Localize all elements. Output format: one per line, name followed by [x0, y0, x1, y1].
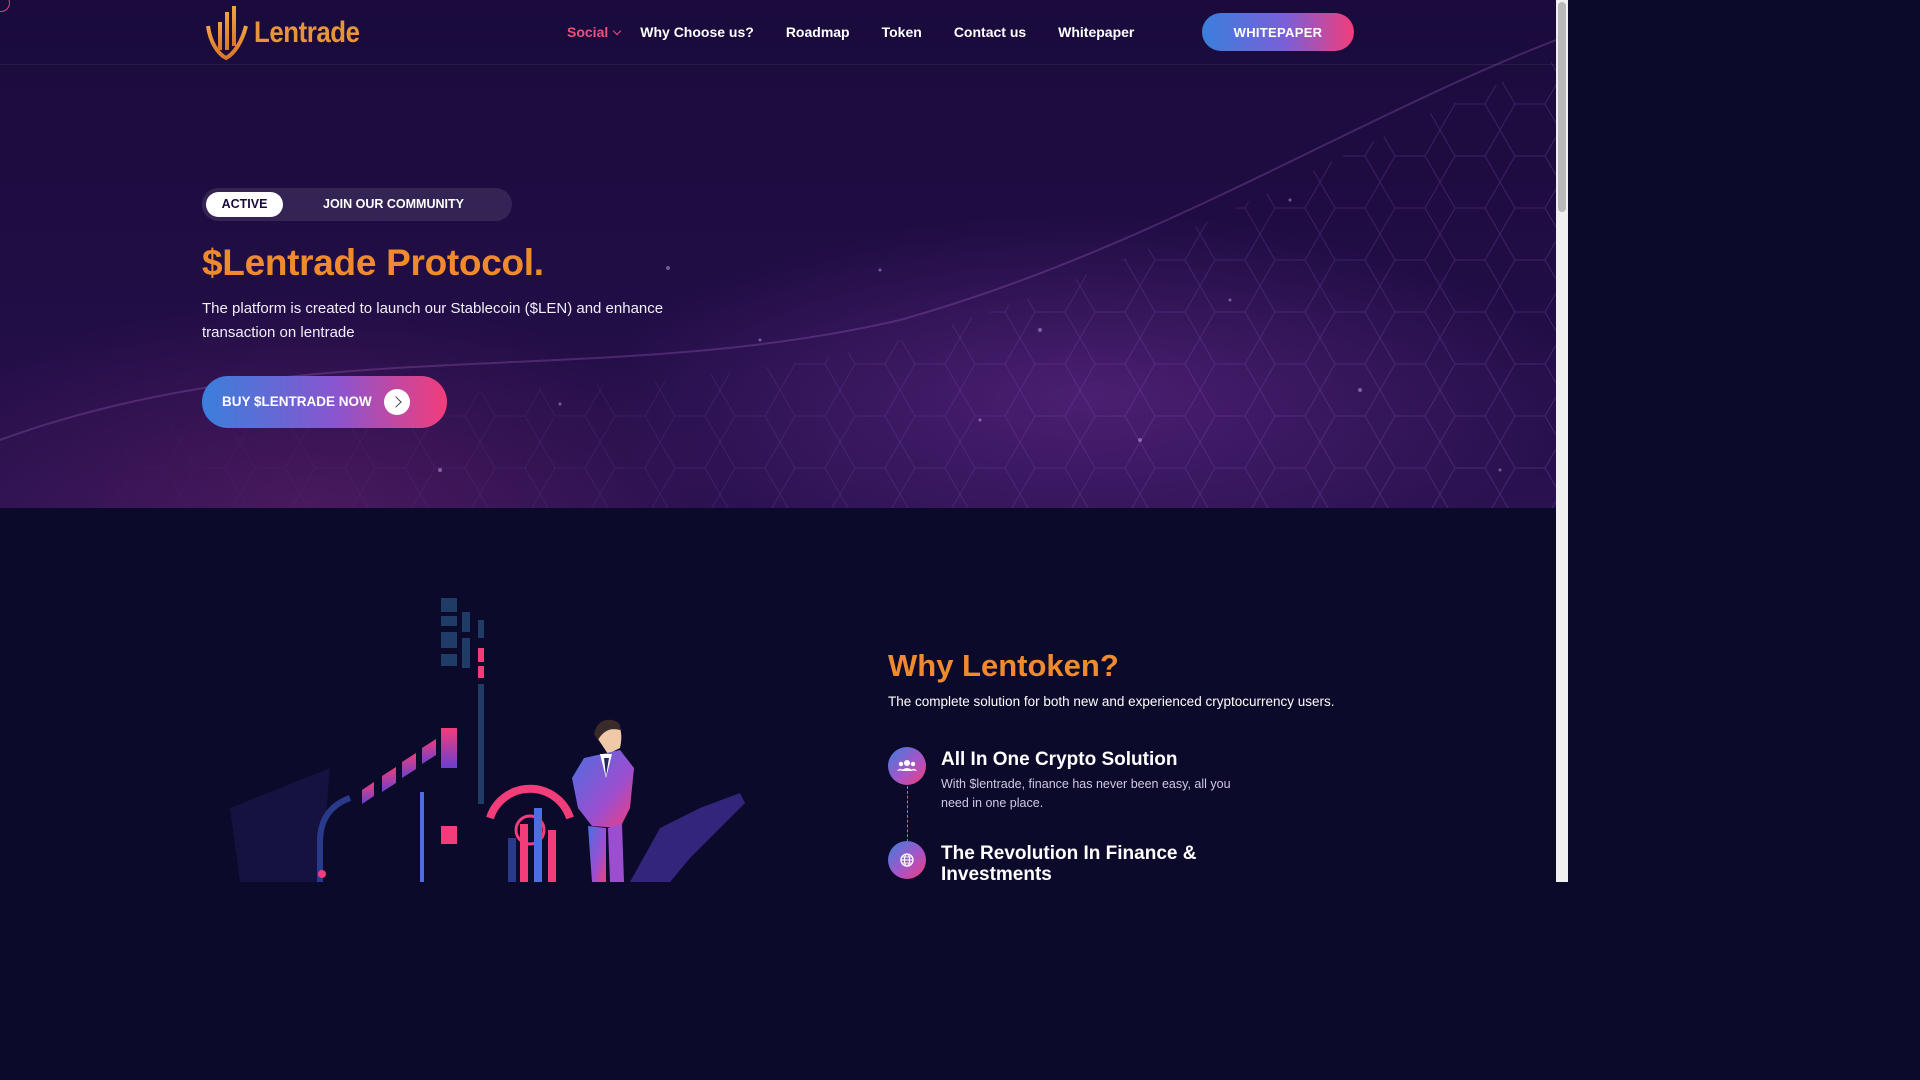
businessman-illustration — [230, 598, 745, 882]
lentrade-logo-icon — [206, 6, 248, 61]
nav-item-why-choose-us[interactable]: Why Choose us? — [640, 24, 754, 40]
whitepaper-button[interactable]: WHITEPAPER — [1202, 13, 1354, 51]
hero-section: Lentrade Social Why Choose us? Roadmap T… — [0, 0, 1556, 508]
globe-icon — [900, 853, 914, 867]
top-navbar: Lentrade Social Why Choose us? Roadmap T… — [0, 0, 1556, 65]
corner-ring-icon — [0, 0, 10, 12]
why-title: Why Lentoken? — [888, 648, 1119, 683]
community-pill: ACTIVE JOIN OUR COMMUNITY — [202, 188, 512, 221]
nav-item-token[interactable]: Token — [882, 24, 922, 40]
nav-item-contact-us[interactable]: Contact us — [954, 24, 1026, 40]
buy-button-label: BUY $LENTRADE NOW — [222, 394, 372, 409]
hero-title: $Lentrade Protocol. — [202, 242, 544, 283]
chevron-down-icon — [613, 26, 622, 35]
arrow-right-icon — [384, 389, 410, 415]
brand-logo[interactable]: Lentrade — [204, 4, 377, 62]
scrollbar-thumb[interactable] — [1558, 2, 1566, 212]
nav-item-social[interactable]: Social — [567, 24, 622, 40]
nav-item-roadmap[interactable]: Roadmap — [786, 24, 850, 40]
nav-item-label: Social — [567, 24, 609, 40]
page-scrollbar[interactable] — [1556, 0, 1568, 882]
feature-connector — [907, 786, 908, 842]
main-nav: Social Why Choose us? Roadmap Token Cont… — [567, 24, 1166, 40]
feature-icon-circle — [888, 747, 926, 785]
join-community-link[interactable]: JOIN OUR COMMUNITY — [323, 188, 464, 221]
feature-icon-circle — [888, 841, 926, 879]
why-subtitle: The complete solution for both new and e… — [888, 694, 1335, 709]
buy-lentrade-button[interactable]: BUY $LENTRADE NOW — [202, 376, 447, 428]
active-badge[interactable]: ACTIVE — [206, 192, 283, 217]
why-section: Why Lentoken? The complete solution for … — [0, 508, 1556, 882]
feature-title: All In One Crypto Solution — [941, 749, 1178, 770]
brand-name: Lentrade — [254, 16, 360, 49]
nav-item-whitepaper[interactable]: Whitepaper — [1058, 24, 1134, 40]
feature-title: The Revolution In Finance & Investments — [941, 843, 1197, 882]
hero-description: The platform is created to launch our St… — [202, 300, 664, 341]
users-icon — [897, 760, 917, 771]
feature-description: With $lentrade, finance has never been e… — [941, 777, 1231, 810]
